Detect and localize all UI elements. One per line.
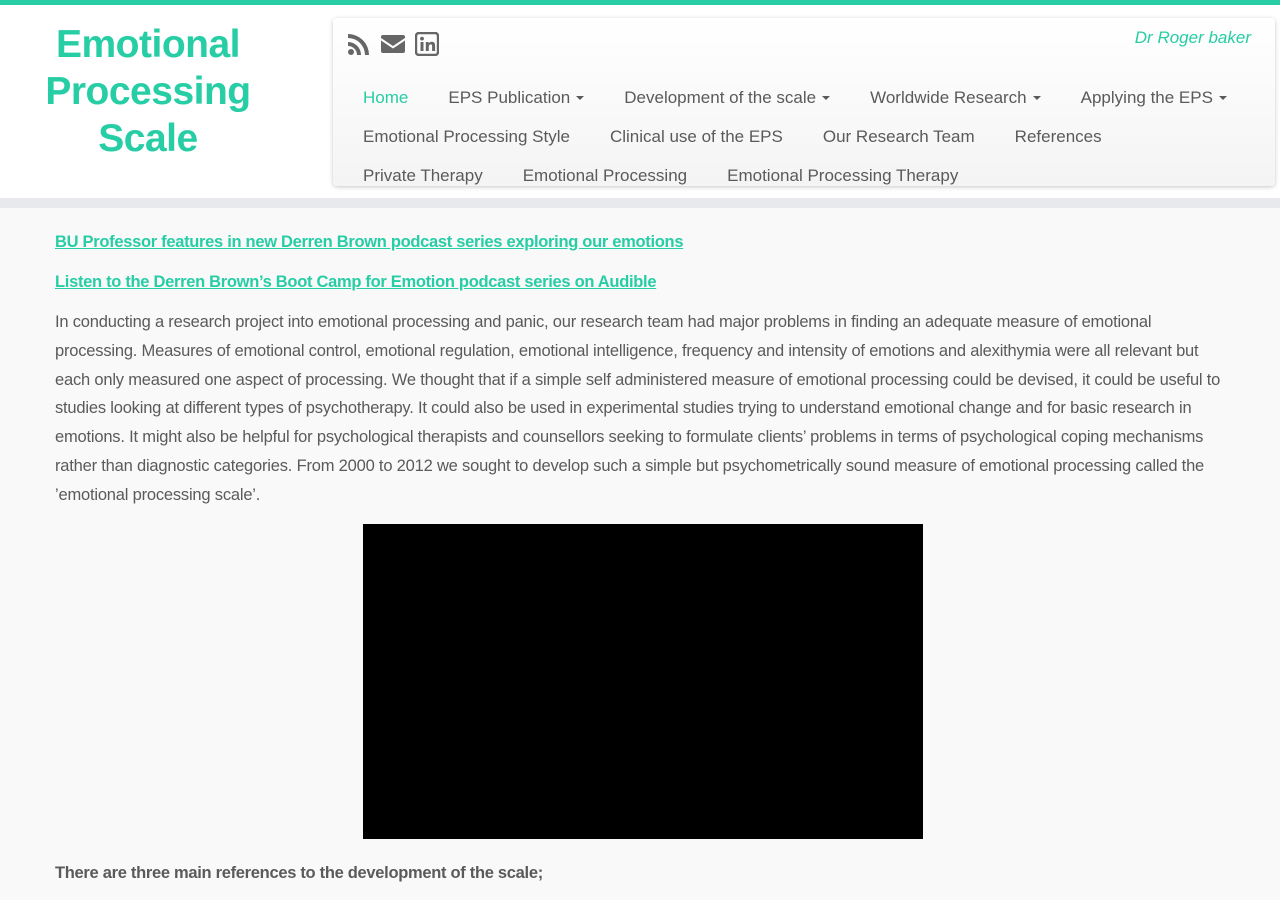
nav-emotional-processing-style-label: Emotional Processing Style xyxy=(363,126,570,146)
site-logo[interactable]: Emotional Processing Scale xyxy=(0,21,296,162)
references-heading: There are three main references to the d… xyxy=(55,863,543,882)
envelope-icon[interactable] xyxy=(381,32,405,56)
site-header: Emotional Processing Scale Dr Roger bake… xyxy=(0,5,1280,198)
linkedin-icon[interactable] xyxy=(415,32,439,56)
main-content: BU Professor features in new Derren Brow… xyxy=(55,228,1230,887)
nav-applying-the-eps-label: Applying the EPS xyxy=(1080,87,1213,107)
nav-eps-publication-label: EPS Publication xyxy=(448,87,571,107)
nav-emotional-processing-therapy-label: Emotional Processing Therapy xyxy=(727,165,959,185)
intro-paragraph: In conducting a research project into em… xyxy=(55,313,1221,504)
main-menu: Home EPS Publication Development of the … xyxy=(363,78,1263,195)
nav-applying-the-eps[interactable]: Applying the EPS xyxy=(1081,88,1227,108)
nav-emotional-processing-therapy[interactable]: Emotional Processing Therapy xyxy=(727,166,958,186)
nav-home[interactable]: Home xyxy=(363,88,408,108)
logo-line-2: Processing Scale xyxy=(45,70,251,160)
news-link-audible-boot-camp[interactable]: Listen to the Derren Brown’s Boot Camp f… xyxy=(55,268,1230,296)
nav-references-label: References xyxy=(1014,126,1102,146)
nav-worldwide-research-label: Worldwide Research xyxy=(870,87,1027,107)
nav-our-research-team-label: Our Research Team xyxy=(822,126,975,146)
nav-emotional-processing-label: Emotional Processing xyxy=(522,165,688,185)
author-tagline: Dr Roger baker xyxy=(1134,28,1251,47)
social-links xyxy=(347,32,439,56)
header-divider xyxy=(0,198,1280,208)
navigation-panel: Dr Roger baker Home EPS Publication Deve… xyxy=(333,18,1275,186)
nav-home-label: Home xyxy=(363,87,409,107)
nav-emotional-processing-style[interactable]: Emotional Processing Style xyxy=(363,127,570,147)
caret-down-icon xyxy=(822,96,831,101)
menu-row-3: Private Therapy Emotional Processing Emo… xyxy=(363,156,1263,195)
logo-line-1: Emotional xyxy=(55,23,241,66)
nav-development-of-the-scale[interactable]: Development of the scale xyxy=(624,87,831,108)
nav-references[interactable]: References xyxy=(1015,127,1102,147)
menu-row-1: Home EPS Publication Development of the … xyxy=(363,78,1263,117)
news-link-derren-brown-podcast[interactable]: BU Professor features in new Derren Brow… xyxy=(55,228,1230,256)
nav-our-research-team[interactable]: Our Research Team xyxy=(823,127,975,147)
menu-row-2: Emotional Processing Style Clinical use … xyxy=(363,117,1263,156)
nav-private-therapy-label: Private Therapy xyxy=(363,165,483,185)
caret-down-icon xyxy=(1218,96,1227,101)
nav-clinical-use-label: Clinical use of the EPS xyxy=(609,126,783,146)
nav-development-label: Development of the scale xyxy=(624,87,817,107)
nav-clinical-use-of-the-eps[interactable]: Clinical use of the EPS xyxy=(610,127,783,147)
caret-down-icon xyxy=(576,96,585,101)
nav-eps-publication[interactable]: EPS Publication xyxy=(448,87,585,108)
caret-down-icon xyxy=(1032,96,1041,101)
video-embed[interactable] xyxy=(362,523,923,839)
nav-private-therapy[interactable]: Private Therapy xyxy=(363,166,483,186)
rss-icon[interactable] xyxy=(347,32,371,56)
nav-emotional-processing[interactable]: Emotional Processing xyxy=(523,166,687,186)
nav-worldwide-research[interactable]: Worldwide Research xyxy=(870,88,1041,108)
